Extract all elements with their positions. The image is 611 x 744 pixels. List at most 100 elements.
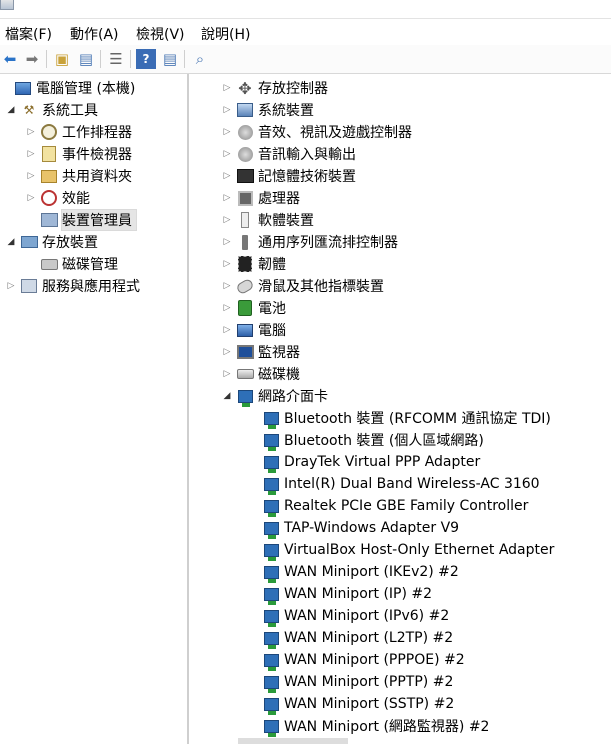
properties-icon[interactable]: ▤ <box>160 49 180 69</box>
sound-video-icon <box>236 123 254 141</box>
network-adapter-item[interactable]: WAN Miniport (PPPOE) #2 <box>248 649 465 671</box>
tree-node[interactable]: ▷ 工作排程器 <box>26 121 132 143</box>
expand-arrow-icon[interactable]: ▷ <box>26 171 36 181</box>
device-category[interactable]: ▷ 監視器 <box>222 341 300 363</box>
network-adapter-icon <box>262 431 280 451</box>
network-adapter-item[interactable]: WAN Miniport (IPv6) #2 <box>248 605 449 627</box>
tree-node[interactable]: 裝置管理員 <box>26 209 137 231</box>
expand-arrow-icon[interactable]: ▷ <box>222 149 232 159</box>
expand-arrow-icon[interactable]: ▷ <box>222 281 232 291</box>
network-adapter-item[interactable]: WAN Miniport (PPTP) #2 <box>248 671 453 693</box>
tree-item-label: 裝置管理員 <box>61 209 137 231</box>
expand-arrow-icon[interactable]: ▷ <box>222 83 232 93</box>
tree-item-label: 系統工具 <box>42 103 98 119</box>
tree-item-label: 滑鼠及其他指標裝置 <box>258 279 384 295</box>
device-tree: ▷ ✥ 存放控制器 ▷ 系統裝置 ▷ 音效、視訊及遊戲控制器 ▷ 音訊輸入與輸出 ▷ 記憶體技術裝置… <box>190 74 611 744</box>
show-hide-tree-icon[interactable]: ▤ <box>76 49 96 69</box>
device-category[interactable]: ▷ ✥ 存放控制器 <box>222 77 328 99</box>
network-adapter-item[interactable]: TAP-Windows Adapter V9 <box>248 517 459 539</box>
tree-node[interactable]: 磁碟管理 <box>26 253 118 275</box>
network-adapter-item[interactable]: WAN Miniport (IP) #2 <box>248 583 432 605</box>
export-list-icon[interactable]: ☰ <box>106 49 126 69</box>
network-adapter-icon <box>262 717 280 737</box>
network-adapter-item[interactable]: Intel(R) Dual Band Wireless-AC 3160 <box>248 473 540 495</box>
tree-node[interactable]: ▷ 效能 <box>26 187 90 209</box>
device-category[interactable]: ▷ 磁碟機 <box>222 363 300 385</box>
expand-arrow-icon[interactable]: ▷ <box>26 127 36 137</box>
menu-file[interactable]: 檔案(F) <box>5 24 52 44</box>
tree-node[interactable]: ▷ 共用資料夾 <box>26 165 132 187</box>
network-adapter-item[interactable]: WAN Miniport (L2TP) #2 <box>248 627 453 649</box>
collapse-arrow-icon[interactable]: ◢ <box>222 391 232 401</box>
network-adapter-icon-glyph <box>263 675 279 693</box>
device-category[interactable]: ▷ 通用序列匯流排控制器 <box>222 231 398 253</box>
device-category[interactable]: ▷ 軟體裝置 <box>222 209 314 231</box>
tree-node[interactable]: ◢ ⚒ 系統工具 <box>6 99 98 121</box>
network-adapter-item[interactable]: WAN Miniport (SSTP) #2 <box>248 693 454 715</box>
partial-row <box>238 738 348 744</box>
collapse-arrow-icon[interactable]: ◢ <box>6 105 16 115</box>
device-manager-icon <box>40 211 58 229</box>
expand-arrow-icon[interactable]: ▷ <box>222 105 232 115</box>
up-folder-icon[interactable]: ▣ <box>52 49 72 69</box>
tree-node[interactable]: ◢ 存放裝置 <box>6 231 98 253</box>
tree-node[interactable]: ▷ 事件檢視器 <box>26 143 132 165</box>
menu-action[interactable]: 動作(A) <box>70 24 119 44</box>
expand-arrow-icon[interactable]: ▷ <box>26 193 36 203</box>
tree-item-label: 電池 <box>258 301 286 317</box>
computer-management-icon <box>14 79 32 97</box>
device-category[interactable]: ▷ 滑鼠及其他指標裝置 <box>222 275 384 297</box>
device-category[interactable]: ▷ 韌體 <box>222 253 286 275</box>
expand-arrow-icon[interactable]: ▷ <box>222 215 232 225</box>
battery-icon-glyph <box>238 300 252 316</box>
expand-arrow-icon[interactable]: ▷ <box>222 347 232 357</box>
menu-bar: 檔案(F) 動作(A) 檢視(V) 說明(H) <box>0 19 611 45</box>
device-category[interactable]: ▷ 音效、視訊及遊戲控制器 <box>222 121 412 143</box>
expand-arrow-icon[interactable]: ▷ <box>222 171 232 181</box>
expand-arrow-icon[interactable]: ▷ <box>222 193 232 203</box>
expand-arrow-icon[interactable]: ▷ <box>222 303 232 313</box>
expand-arrow-icon[interactable]: ▷ <box>222 259 232 269</box>
help-icon[interactable]: ? <box>136 49 156 69</box>
expand-arrow-icon[interactable]: ▷ <box>222 237 232 247</box>
expand-arrow-icon[interactable]: ▷ <box>6 281 16 291</box>
device-category[interactable]: ▷ 電池 <box>222 297 286 319</box>
device-category[interactable]: ▷ 音訊輸入與輸出 <box>222 143 356 165</box>
network-adapter-item[interactable]: WAN Miniport (網路監視器) #2 <box>248 715 489 737</box>
tree-item-label: 磁碟管理 <box>62 257 118 273</box>
collapse-arrow-icon[interactable]: ◢ <box>6 237 16 247</box>
network-adapter-icon <box>262 519 280 539</box>
network-adapter-item[interactable]: Bluetooth 裝置 (個人區域網路) <box>248 429 484 451</box>
scan-hardware-icon[interactable]: ⌕ <box>190 49 210 69</box>
computer-icon <box>236 321 254 339</box>
network-adapter-icon <box>262 651 280 671</box>
network-adapter-item[interactable]: Bluetooth 裝置 (RFCOMM 通訊協定 TDI) <box>248 407 551 429</box>
network-adapter-icon-glyph <box>263 587 279 605</box>
device-category[interactable]: ▷ 電腦 <box>222 319 286 341</box>
back-icon[interactable]: ⬅ <box>0 49 20 69</box>
tree-item-label: DrayTek Virtual PPP Adapter <box>284 454 481 470</box>
expand-arrow-icon[interactable]: ▷ <box>222 127 232 137</box>
device-category[interactable]: ▷ 處理器 <box>222 187 300 209</box>
menu-help[interactable]: 說明(H) <box>201 24 250 44</box>
expand-arrow-icon[interactable]: ▷ <box>26 149 36 159</box>
device-category[interactable]: ◢ 網路介面卡 <box>222 385 328 407</box>
tree-item-label: WAN Miniport (SSTP) #2 <box>284 696 455 712</box>
firmware-icon-glyph <box>238 256 252 272</box>
network-adapter-item[interactable]: DrayTek Virtual PPP Adapter <box>248 451 480 473</box>
network-adapter-item[interactable]: Realtek PCIe GBE Family Controller <box>248 495 528 517</box>
disk-drive-icon-glyph <box>236 369 254 379</box>
software-device-icon-glyph <box>241 212 249 228</box>
tree-node[interactable]: 電腦管理 (本機) <box>0 77 135 99</box>
device-category[interactable]: ▷ 記憶體技術裝置 <box>222 165 356 187</box>
expand-arrow-icon[interactable]: ▷ <box>222 369 232 379</box>
network-adapter-icon-glyph <box>263 719 279 737</box>
expand-arrow-icon[interactable]: ▷ <box>222 325 232 335</box>
network-adapter-icon-glyph <box>263 411 279 429</box>
network-adapter-item[interactable]: WAN Miniport (IKEv2) #2 <box>248 561 459 583</box>
tree-node[interactable]: ▷ 服務與應用程式 <box>6 275 140 297</box>
forward-icon[interactable]: ➡ <box>22 49 42 69</box>
menu-view[interactable]: 檢視(V) <box>136 24 185 44</box>
network-adapter-item[interactable]: VirtualBox Host-Only Ethernet Adapter <box>248 539 554 561</box>
device-category[interactable]: ▷ 系統裝置 <box>222 99 314 121</box>
